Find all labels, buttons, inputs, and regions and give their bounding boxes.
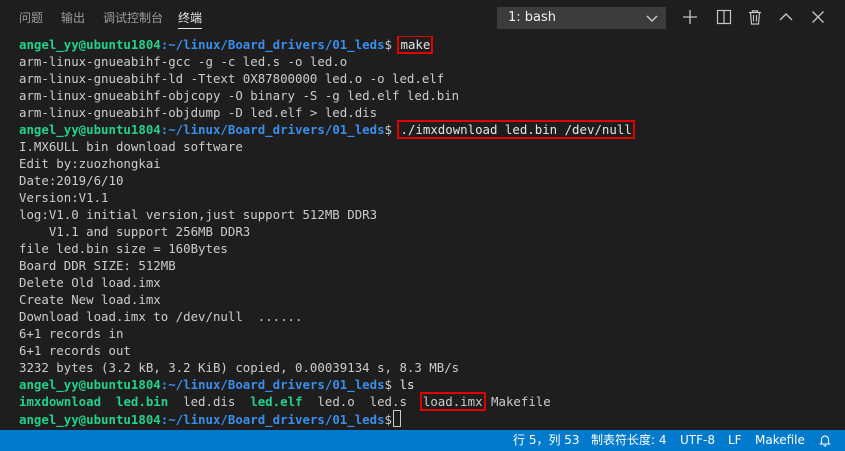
- tab-debug-console[interactable]: 调试控制台: [103, 0, 163, 36]
- output-line: arm-linux-gnueabihf-ld -Ttext 0X87800000…: [19, 71, 445, 86]
- tab-output[interactable]: 输出: [61, 0, 85, 36]
- terminal-cursor: [393, 410, 402, 427]
- prompt-user: angel_yy@ubuntu1804: [19, 377, 161, 392]
- output-line: Create New load.imx: [19, 292, 161, 307]
- ls-item: led.s: [369, 394, 407, 409]
- prompt-user: angel_yy@ubuntu1804: [19, 37, 161, 52]
- output-line: Delete Old load.imx: [19, 275, 161, 290]
- output-line: Version:V1.1: [19, 190, 109, 205]
- output-line: file led.bin size = 160Bytes: [19, 241, 228, 256]
- prompt-user: angel_yy@ubuntu1804: [19, 412, 161, 427]
- split-terminal-button[interactable]: [715, 8, 733, 26]
- ls-item: led.elf: [250, 394, 303, 409]
- tab-problems[interactable]: 问题: [19, 0, 43, 36]
- status-eol[interactable]: LF: [728, 430, 742, 451]
- ls-output-line: imxdownload led.bin led.dis led.elf led.…: [19, 392, 551, 411]
- prompt-dollar: $: [384, 377, 393, 392]
- prompt-path: :~/linux/Board_drivers/01_leds: [160, 377, 385, 392]
- output-line: Date:2019/6/10: [19, 173, 124, 188]
- output-line: 6+1 records in: [19, 326, 124, 341]
- terminal-prompt-line: angel_yy@ubuntu1804:~/linux/Board_driver…: [19, 120, 635, 139]
- output-line: Board DDR SIZE: 512MB: [19, 258, 176, 273]
- trash-icon: [749, 10, 761, 25]
- terminal-prompt-line: angel_yy@ubuntu1804:~/linux/Board_driver…: [19, 410, 402, 427]
- tab-terminal[interactable]: 终端: [178, 0, 203, 36]
- terminal-prompt-line: angel_yy@ubuntu1804:~/linux/Board_driver…: [19, 36, 434, 54]
- output-line: V1.1 and support 256MB DDR3: [19, 224, 251, 239]
- terminal-output[interactable]: angel_yy@ubuntu1804:~/linux/Board_driver…: [0, 36, 845, 433]
- status-bar: 行 5，列 53 制表符长度: 4 UTF-8 LF Makefile: [0, 430, 845, 451]
- ls-item: imxdownload: [19, 394, 102, 409]
- chevron-up-icon: [779, 13, 793, 21]
- close-panel-button[interactable]: [809, 8, 827, 26]
- prompt-path: :~/linux/Board_drivers/01_leds: [160, 412, 385, 427]
- bell-icon: [819, 435, 831, 447]
- output-line: log:V1.0 initial version,just support 51…: [19, 207, 378, 222]
- new-terminal-button[interactable]: [681, 8, 699, 26]
- chevron-down-icon: [645, 8, 659, 28]
- output-line: 3232 bytes (3.2 kB, 3.2 KiB) copied, 0.0…: [19, 360, 460, 375]
- maximize-panel-button[interactable]: [777, 8, 795, 26]
- prompt-dollar: $: [384, 37, 393, 52]
- status-encoding[interactable]: UTF-8: [680, 430, 715, 451]
- highlighted-command-make: make: [397, 36, 434, 54]
- output-line: Download load.imx to /dev/null ......: [19, 309, 303, 324]
- output-line: I.MX6ULL bin download software: [19, 139, 243, 154]
- output-line: Edit by:zuozhongkai: [19, 156, 161, 171]
- prompt-dollar: $: [384, 412, 393, 427]
- output-line: arm-linux-gnueabihf-gcc -g -c led.s -o l…: [19, 54, 348, 69]
- prompt-user: angel_yy@ubuntu1804: [19, 122, 161, 137]
- ls-item: led.dis: [183, 394, 236, 409]
- kill-terminal-button[interactable]: [746, 8, 764, 26]
- ls-item-highlighted: load.imx: [419, 392, 486, 411]
- vscode-panel: 问题 输出 调试控制台 终端 1: bash angel_yy@ubuntu18…: [0, 0, 845, 451]
- output-line: arm-linux-gnueabihf-objcopy -O binary -S…: [19, 88, 460, 103]
- prompt-path: :~/linux/Board_drivers/01_leds: [160, 122, 385, 137]
- notifications-button[interactable]: [818, 430, 832, 451]
- status-indentation[interactable]: 制表符长度: 4: [591, 430, 667, 451]
- output-line: arm-linux-gnueabihf-objdump -D led.elf >…: [19, 105, 378, 120]
- terminal-select-value: 1: bash: [508, 10, 557, 25]
- highlighted-command-imxdownload: ./imxdownload led.bin /dev/null: [397, 120, 635, 139]
- status-cursor-position[interactable]: 行 5，列 53: [513, 430, 580, 451]
- split-icon: [716, 9, 732, 25]
- prompt-path: :~/linux/Board_drivers/01_leds: [160, 37, 385, 52]
- terminal-prompt-line: angel_yy@ubuntu1804:~/linux/Board_driver…: [19, 376, 414, 393]
- status-language-mode[interactable]: Makefile: [755, 430, 805, 451]
- prompt-dollar: $: [384, 122, 393, 137]
- plus-icon: [683, 10, 697, 24]
- ls-item: Makefile: [491, 394, 551, 409]
- panel-header: 问题 输出 调试控制台 终端 1: bash: [0, 0, 845, 36]
- terminal-select[interactable]: 1: bash: [497, 7, 666, 29]
- output-line: 6+1 records out: [19, 343, 131, 358]
- ls-item: led.o: [317, 394, 355, 409]
- command-ls: ls: [399, 377, 415, 392]
- ls-item: led.bin: [115, 394, 169, 409]
- close-icon: [812, 11, 824, 23]
